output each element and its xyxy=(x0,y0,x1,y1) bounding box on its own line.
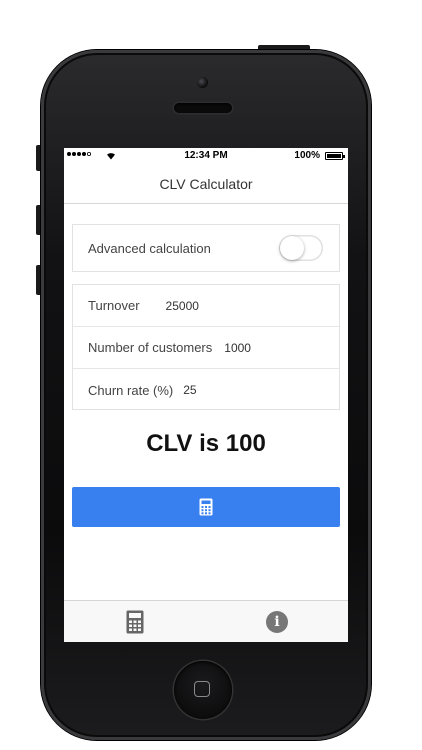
tab-calculator[interactable] xyxy=(64,601,206,642)
inputs-card: Turnover 25000 Number of customers 1000 … xyxy=(72,284,340,410)
customers-input[interactable]: 1000 xyxy=(224,341,251,355)
toggle-knob xyxy=(280,236,304,260)
advanced-toggle[interactable] xyxy=(279,235,323,261)
status-bar: 12:34 PM 100% xyxy=(64,148,348,164)
advanced-label: Advanced calculation xyxy=(88,240,211,256)
customers-row[interactable]: Number of customers 1000 xyxy=(73,327,339,369)
advanced-card: Advanced calculation xyxy=(72,224,340,272)
calculator-icon xyxy=(199,498,213,516)
churn-label: Churn rate (%) xyxy=(88,382,174,398)
earpiece-speaker xyxy=(174,103,232,113)
nav-bar: CLV Calculator xyxy=(64,164,348,204)
calculate-button[interactable] xyxy=(72,487,340,527)
churn-input[interactable]: 25 xyxy=(183,383,196,397)
home-button[interactable] xyxy=(174,661,232,719)
advanced-row[interactable]: Advanced calculation xyxy=(73,225,339,271)
app-screen: 12:34 PM 100% CLV Calculator Advanced ca… xyxy=(64,148,348,642)
tab-info[interactable]: i xyxy=(206,601,348,642)
page-title: CLV Calculator xyxy=(159,175,253,192)
turnover-label: Turnover xyxy=(88,298,140,313)
turnover-input[interactable]: 25000 xyxy=(166,299,199,313)
churn-row[interactable]: Churn rate (%) 25 xyxy=(73,369,339,411)
customers-label: Number of customers xyxy=(88,340,213,355)
battery-percent: 100% xyxy=(294,150,320,161)
calculator-icon xyxy=(126,610,144,633)
home-square-icon xyxy=(194,681,210,697)
front-camera xyxy=(197,77,208,88)
battery-icon xyxy=(325,152,345,160)
tab-bar: i xyxy=(64,600,348,642)
turnover-row[interactable]: Turnover 25000 xyxy=(73,285,339,327)
clv-result: CLV is 100 xyxy=(146,430,266,457)
info-icon: i xyxy=(266,610,288,633)
